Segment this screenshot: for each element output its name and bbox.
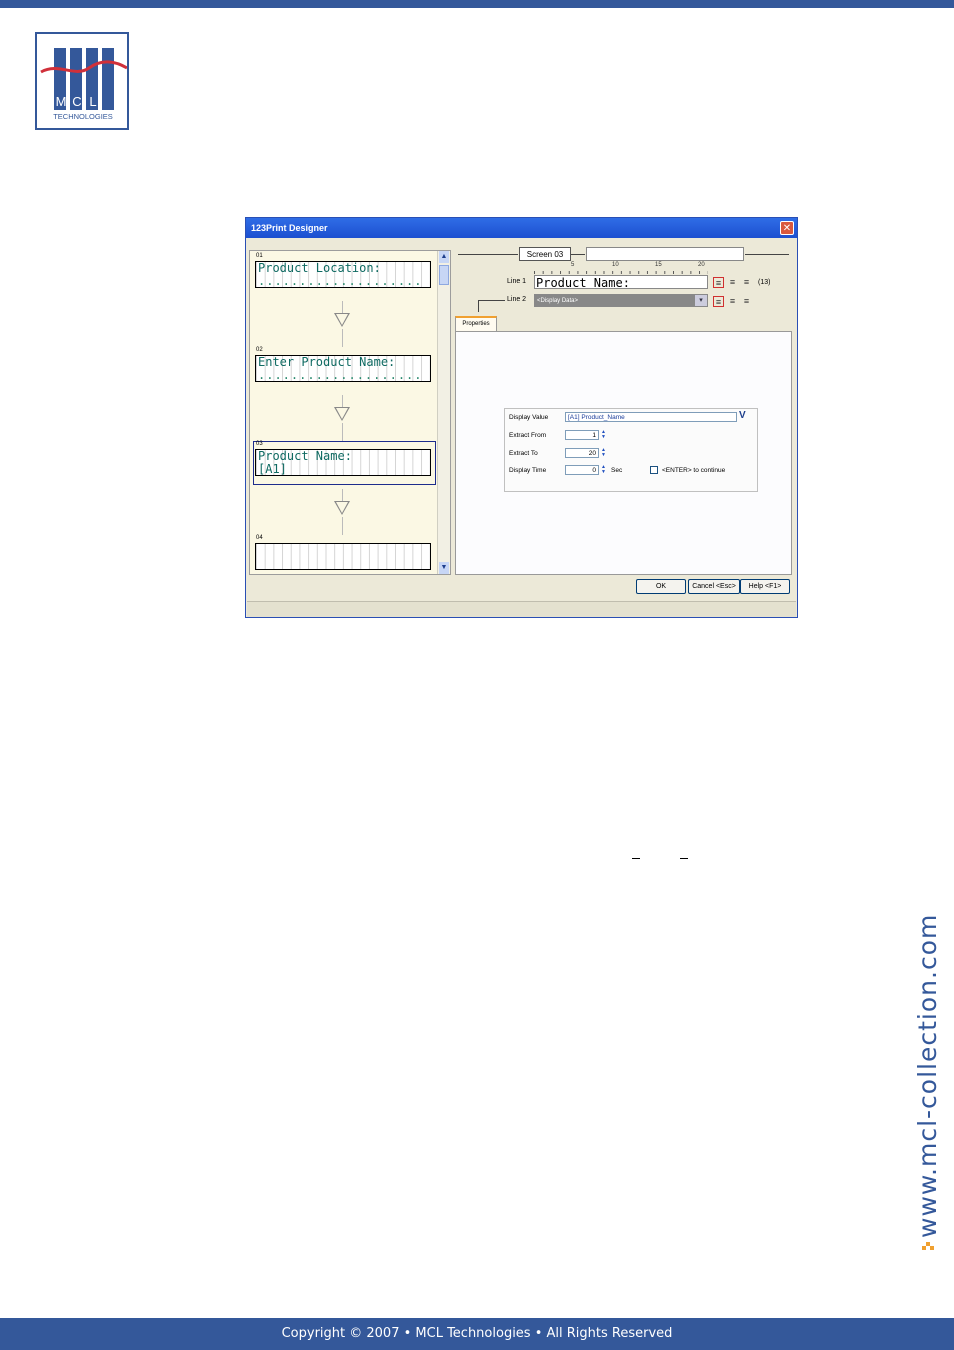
connector-line (342, 489, 343, 501)
flow-arrow-icon (334, 313, 350, 327)
flow-arrow-icon (334, 407, 350, 421)
display-value-label: Display Value (509, 414, 549, 421)
align-center-icon[interactable]: ≡ (727, 277, 738, 288)
extract-from-label: Extract From (509, 432, 547, 439)
ok-button[interactable]: OK (636, 579, 686, 594)
close-button[interactable]: ✕ (780, 221, 794, 235)
line2-value: <Display Data> (537, 298, 579, 304)
align-right-icon[interactable]: ≡ (741, 277, 752, 288)
properties-panel: Display Value [A1] Product_Name V Extrac… (455, 331, 792, 575)
footer-copyright: Copyright © 2007 • MCL Technologies • Al… (0, 1318, 954, 1350)
display-time-field[interactable]: 0 (565, 465, 599, 475)
status-bar (247, 601, 796, 617)
cancel-button[interactable]: Cancel <Esc> (688, 579, 740, 594)
seconds-label: Sec (611, 467, 623, 474)
line2-label: Line 2 (507, 296, 527, 303)
screen-number: 04 (256, 535, 263, 541)
screen-line2: .................... (258, 274, 423, 288)
extract-to-field[interactable]: 20 (565, 448, 599, 458)
screen-preview[interactable]: Product Name: [A1] (255, 449, 431, 476)
underline-mark (632, 858, 640, 859)
screen-preview[interactable] (255, 543, 431, 570)
screen-preview[interactable]: Product Location:.................... (255, 261, 431, 288)
screen-list-scrollbar[interactable]: ▲ ▼ (437, 251, 450, 574)
screen-preview[interactable]: Enter Product Name:.................... (255, 355, 431, 382)
character-ruler: 5 10 15 20 (534, 262, 708, 274)
line1-char-count: (13) (758, 279, 771, 286)
line1-input[interactable]: Product Name: (534, 275, 708, 290)
display-value-field[interactable]: [A1] Product_Name (565, 412, 737, 422)
line1-label: Line 1 (507, 278, 527, 285)
scroll-down-icon[interactable]: ▼ (439, 562, 449, 574)
display-time-label: Display Time (509, 467, 547, 474)
dialog-title: 123Print Designer (246, 218, 797, 238)
enter-continue-label: <ENTER> to continue (662, 467, 726, 474)
connector-line (342, 301, 343, 313)
align-left-icon[interactable]: ≡ (713, 277, 724, 288)
divider (478, 300, 479, 312)
ruler-tick-label: 20 (698, 262, 705, 268)
screen-line2: [A1] (258, 462, 287, 476)
underline-mark (680, 858, 688, 859)
svg-text:TECHNOLOGIES: TECHNOLOGIES (53, 112, 113, 121)
spin-arrows-icon[interactable]: ▲ ▼ (600, 465, 607, 475)
chevron-down-icon[interactable]: ▾ (695, 295, 707, 306)
scroll-up-icon[interactable]: ▲ (439, 251, 449, 263)
enter-continue-checkbox[interactable] (650, 466, 658, 474)
ruler-tick-label: 5 (571, 262, 575, 268)
ruler-tick-label: 15 (655, 262, 662, 268)
screen-number: 01 (256, 253, 263, 259)
spin-arrows-icon[interactable]: ▲ ▼ (600, 430, 607, 440)
mcl-logo: M C L TECHNOLOGIES (35, 32, 129, 130)
ruler-tick-label: 10 (612, 262, 619, 268)
screen-name-field[interactable] (586, 247, 744, 261)
variable-picker-icon[interactable]: V (739, 410, 746, 421)
scroll-thumb[interactable] (439, 265, 449, 285)
divider (745, 254, 789, 255)
divider (571, 254, 585, 255)
screen-line2: .................... (258, 368, 423, 382)
properties-group: Display Value [A1] Product_Name V Extrac… (504, 408, 758, 492)
connector-line (342, 423, 343, 441)
align-left-icon[interactable]: ≡ (713, 296, 724, 307)
flow-arrow-icon (334, 501, 350, 515)
extract-from-field[interactable]: 1 (565, 430, 599, 440)
screen-number: 03 (256, 441, 263, 447)
align-right-icon[interactable]: ≡ (741, 296, 752, 307)
side-url: www.mcl-collection.com (900, 870, 954, 1260)
extract-to-label: Extract To (509, 450, 538, 457)
screen-list[interactable]: 01 Product Location:....................… (249, 250, 451, 575)
connector-line (342, 329, 343, 347)
connector-line (342, 395, 343, 407)
top-bar (0, 0, 954, 8)
line2-select[interactable]: <Display Data> ▾ (534, 294, 708, 307)
screen-label: Screen 03 (519, 247, 571, 261)
divider (478, 300, 505, 301)
svg-text:M: M (56, 94, 67, 109)
tab-properties[interactable]: Properties (455, 316, 497, 331)
website-url: www.mcl-collection.com (913, 914, 942, 1238)
screen-number: 02 (256, 347, 263, 353)
print-designer-dialog: 123Print Designer ✕ 01 Product Location:… (245, 217, 798, 618)
svg-text:C: C (72, 94, 81, 109)
divider (458, 254, 518, 255)
svg-text:L: L (89, 94, 96, 109)
connector-line (342, 517, 343, 535)
align-center-icon[interactable]: ≡ (727, 296, 738, 307)
help-button[interactable]: Help <F1> (740, 579, 790, 594)
spin-arrows-icon[interactable]: ▲ ▼ (600, 448, 607, 458)
